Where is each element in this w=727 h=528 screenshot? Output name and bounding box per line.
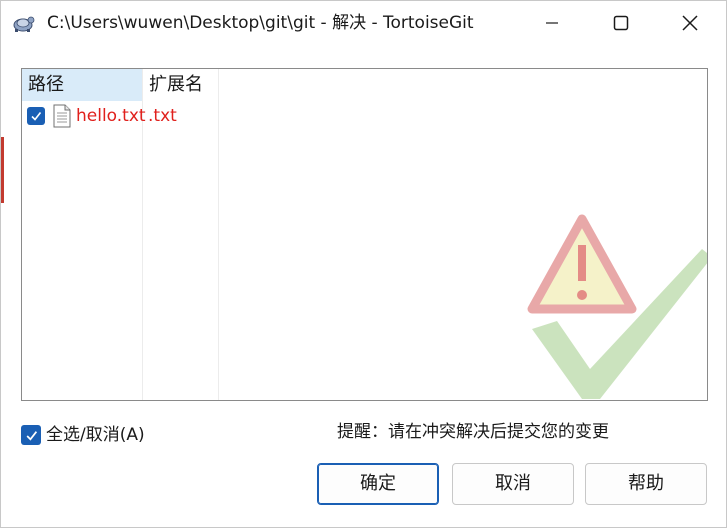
background-window-edge	[1, 137, 4, 203]
maximize-button[interactable]	[598, 1, 644, 45]
file-name: hello.txt	[76, 106, 146, 126]
window-title: C:\Users\wuwen\Desktop\git\git - 解决 - To…	[47, 13, 474, 33]
close-icon	[682, 15, 698, 31]
cancel-button[interactable]: 取消	[452, 463, 574, 505]
close-button[interactable]	[667, 1, 713, 45]
resolve-dialog: C:\Users\wuwen\Desktop\git\git - 解决 - To…	[0, 0, 727, 528]
file-extension: .txt	[148, 106, 177, 126]
title-bar[interactable]: C:\Users\wuwen\Desktop\git\git - 解决 - To…	[1, 1, 726, 45]
ok-button[interactable]: 确定	[317, 463, 439, 505]
tortoisegit-app-icon	[11, 11, 35, 35]
maximize-icon	[613, 15, 629, 31]
row-checkbox[interactable]	[27, 107, 45, 125]
select-all-label[interactable]: 全选/取消(A)	[46, 423, 145, 447]
select-all-checkbox[interactable]	[21, 425, 41, 445]
text-file-icon	[52, 104, 72, 128]
column-header-path[interactable]: 路径	[22, 69, 142, 101]
conflict-file-list[interactable]: 路径 扩展名 hello.txt .txt	[21, 68, 708, 401]
minimize-button[interactable]	[529, 1, 575, 45]
conflict-resolved-watermark-icon	[527, 214, 707, 399]
column-header-extension[interactable]: 扩展名	[142, 69, 218, 101]
minimize-icon	[546, 22, 558, 24]
table-row[interactable]: hello.txt .txt	[22, 101, 222, 131]
checkmark-icon	[31, 112, 42, 121]
help-button[interactable]: 帮助	[585, 463, 707, 505]
checkmark-icon	[26, 430, 37, 441]
commit-reminder-text: 提醒：请在冲突解决后提交您的变更	[337, 422, 609, 442]
